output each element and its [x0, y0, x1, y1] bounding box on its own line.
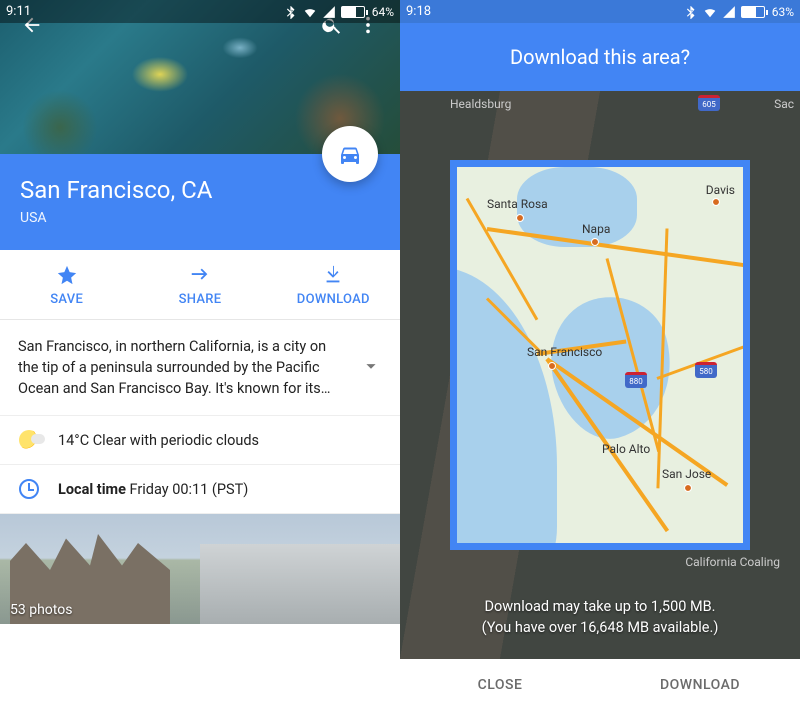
close-button[interactable]: CLOSE	[400, 659, 600, 711]
map-area[interactable]: Healdsburg Sac California Coaling 605 Sa…	[400, 91, 800, 659]
map-selection-frame[interactable]: Santa Rosa Napa Davis San Francisco Palo…	[450, 160, 750, 550]
place-title-block: San Francisco, CA USA	[0, 154, 400, 250]
highway-shield-605: 605	[698, 95, 720, 111]
dim-city-healdsburg: Healdsburg	[450, 97, 511, 111]
download-icon	[322, 264, 344, 286]
photo-strip[interactable]: 53 photos	[0, 514, 400, 624]
status-time: 9:11	[6, 4, 31, 19]
download-confirm-button[interactable]: DOWNLOAD	[600, 659, 800, 711]
map-label-san-francisco: San Francisco	[527, 345, 602, 359]
action-row: SAVE SHARE DOWNLOAD	[0, 250, 400, 320]
map-label-napa: Napa	[582, 222, 610, 236]
caption-size: Download may take up to 1,500 MB.	[400, 596, 800, 618]
weather-icon	[19, 430, 39, 450]
weather-text: 14°C Clear with periodic clouds	[58, 432, 259, 449]
map-label-santa-rosa: Santa Rosa	[487, 197, 548, 211]
weather-row[interactable]: 14°C Clear with periodic clouds	[0, 416, 400, 465]
chevron-down-icon	[360, 355, 382, 377]
download-label: DOWNLOAD	[297, 292, 370, 307]
star-icon	[56, 264, 78, 286]
map-dot-santa-rosa	[517, 215, 523, 221]
bluetooth-icon	[684, 5, 698, 19]
status-bar: 9:18 63%	[400, 0, 800, 23]
car-icon	[338, 142, 362, 166]
map-label-san-jose: San Jose	[662, 467, 711, 481]
local-time-row[interactable]: Local time Friday 00:11 (PST)	[0, 465, 400, 514]
map-dot-napa	[592, 239, 598, 245]
map-ocean	[450, 267, 557, 550]
dim-city-sacramento: Sac	[774, 97, 794, 111]
map-label-palo-alto: Palo Alto	[602, 442, 650, 456]
battery-percent: 64%	[372, 5, 394, 19]
wifi-icon	[303, 5, 317, 19]
screen-place-detail: 9:11 64% San Fra	[0, 0, 400, 711]
place-country: USA	[20, 210, 380, 226]
photo-count: 53 photos	[10, 602, 72, 618]
caption-available: (You have over 16,648 MB available.)	[400, 617, 800, 639]
bluetooth-icon	[284, 5, 298, 19]
signal-icon	[322, 5, 336, 19]
share-button[interactable]: SHARE	[133, 250, 266, 319]
highway-shield-880: 880	[625, 372, 647, 388]
map-dot-san-jose	[685, 485, 691, 491]
save-label: SAVE	[50, 292, 83, 307]
download-size-caption: Download may take up to 1,500 MB. (You h…	[400, 596, 800, 640]
screen-download-area: 9:18 63% Download this area? Healdsburg …	[400, 0, 800, 711]
map-dot-davis	[713, 199, 719, 205]
expand-button[interactable]	[360, 355, 382, 381]
battery-icon	[341, 6, 365, 18]
clock-icon	[19, 479, 39, 499]
wifi-icon	[703, 5, 717, 19]
status-time: 9:18	[406, 4, 431, 19]
share-icon	[189, 264, 211, 286]
status-bar: 9:11 64%	[0, 0, 400, 23]
place-name: San Francisco, CA	[20, 176, 380, 204]
highway-shield-580: 580	[695, 362, 717, 378]
local-time-text: Local time Friday 00:11 (PST)	[58, 481, 248, 498]
share-label: SHARE	[179, 292, 222, 307]
map-dot-san-francisco	[549, 363, 555, 369]
status-icons: 63%	[684, 5, 794, 19]
download-header: Download this area?	[400, 23, 800, 91]
battery-icon	[741, 6, 765, 18]
download-dialog-actions: CLOSE DOWNLOAD	[400, 659, 800, 711]
description-row[interactable]: San Francisco, in northern California, i…	[0, 320, 400, 416]
save-button[interactable]: SAVE	[0, 250, 133, 319]
battery-percent: 63%	[772, 5, 794, 19]
status-icons: 64%	[284, 5, 394, 19]
directions-fab[interactable]	[322, 126, 378, 182]
signal-icon	[722, 5, 736, 19]
map-label-davis: Davis	[706, 183, 735, 197]
description-text: San Francisco, in northern California, i…	[18, 336, 350, 399]
dim-region-coalinga: California Coaling	[685, 556, 780, 569]
download-button[interactable]: DOWNLOAD	[267, 250, 400, 319]
